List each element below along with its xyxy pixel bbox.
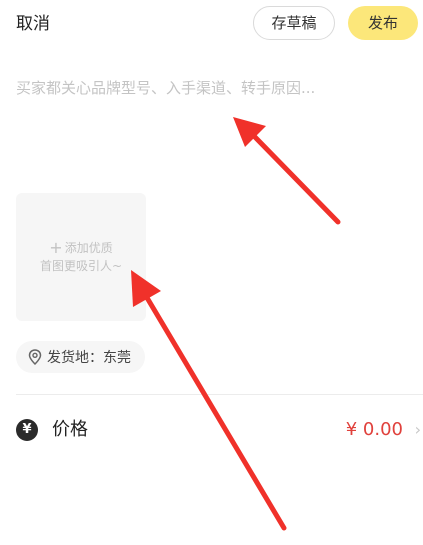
cancel-button[interactable]: 取消: [16, 12, 50, 36]
price-label: 价格: [52, 419, 88, 440]
price-row[interactable]: ¥ 价格 ¥ 0.00 ›: [16, 410, 423, 450]
add-photo-line1: + 添加优质: [49, 239, 112, 257]
shipping-location-label: 发货地：东莞: [47, 350, 131, 366]
publish-button[interactable]: 发布: [348, 6, 418, 40]
section-divider: [16, 394, 423, 395]
description-input[interactable]: [16, 74, 408, 102]
location-pin-icon: [28, 349, 42, 365]
chevron-right-icon: ›: [414, 420, 421, 439]
add-photo-button[interactable]: + 添加优质 首图更吸引人~: [16, 193, 146, 321]
shipping-location-chip[interactable]: 发货地：东莞: [16, 341, 145, 373]
add-photo-text-1: 添加优质: [64, 241, 113, 255]
price-value: ¥ 0.00: [345, 419, 403, 440]
plus-icon: +: [49, 238, 63, 257]
annotation-arrow-1: [233, 117, 341, 225]
add-photo-text-2: 首图更吸引人~: [39, 259, 123, 273]
annotation-arrow-2: [131, 270, 287, 531]
yen-icon: ¥: [16, 419, 38, 441]
save-draft-button[interactable]: 存草稿: [253, 6, 335, 40]
